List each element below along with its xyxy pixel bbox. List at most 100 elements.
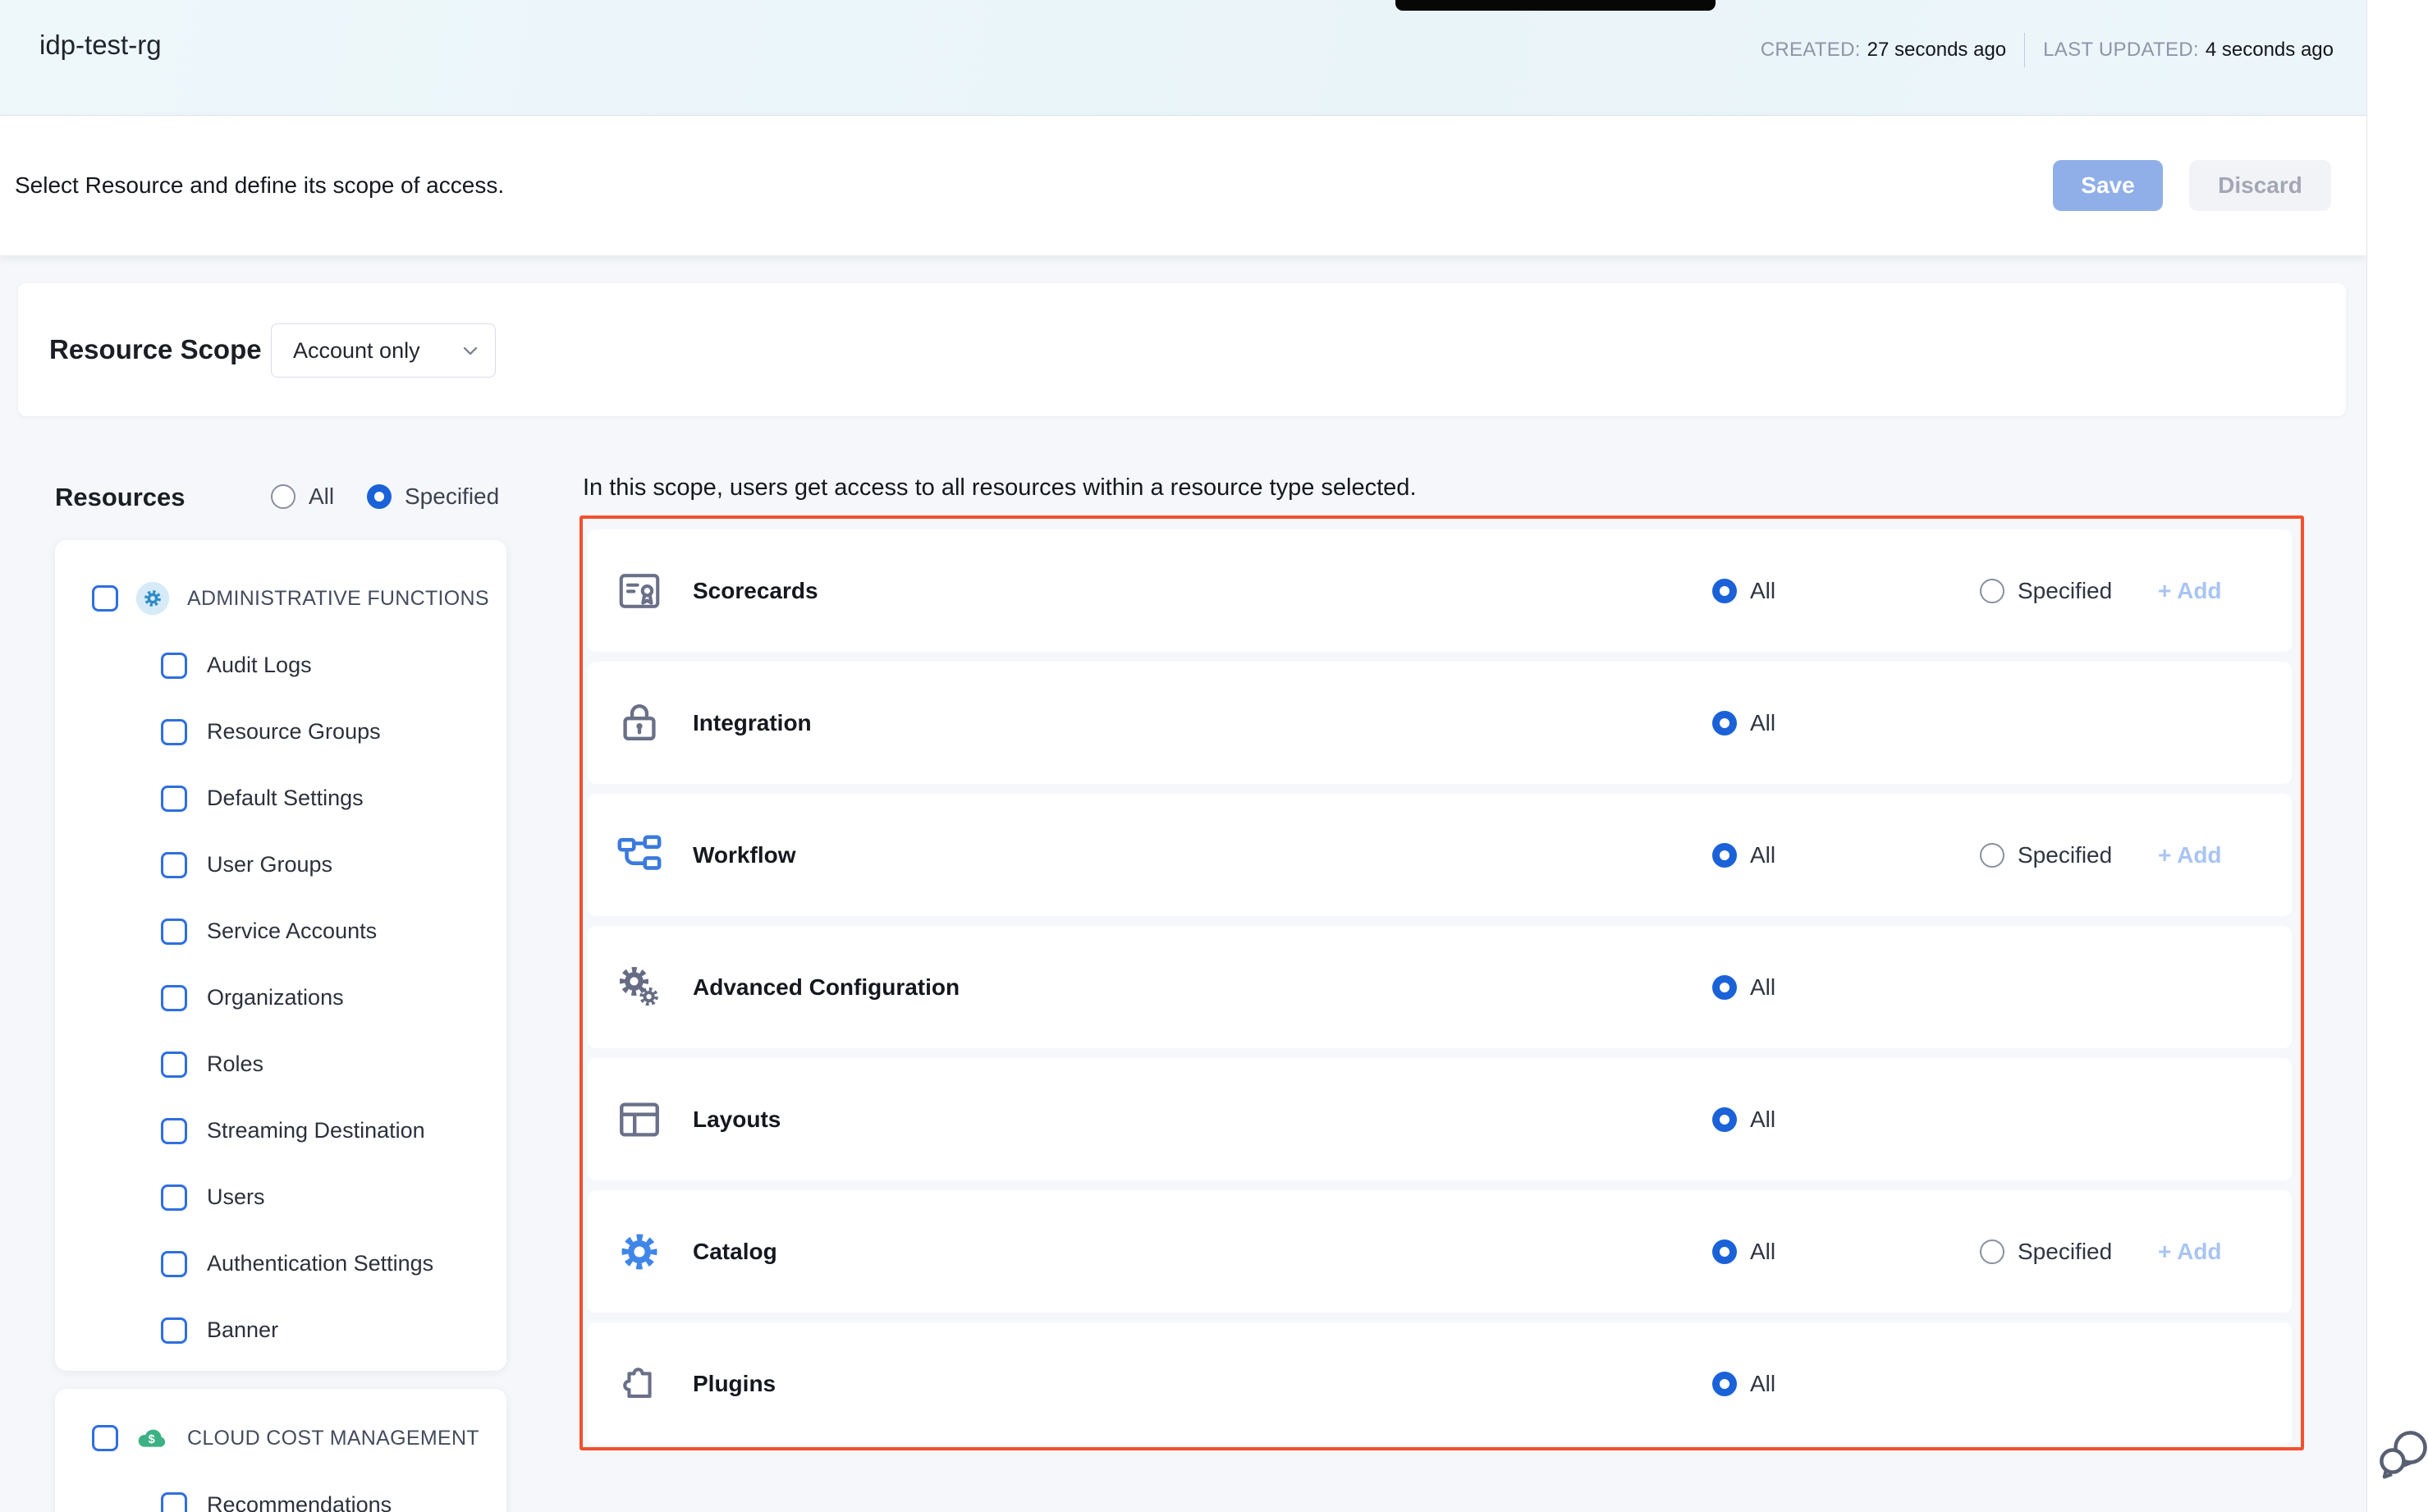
specified-label: Specified: [2018, 578, 2112, 604]
resources-all-option[interactable]: All: [271, 483, 334, 510]
specified-label: Specified: [2018, 842, 2112, 868]
chevron-down-icon: [459, 339, 482, 362]
item-checkbox[interactable]: [161, 985, 187, 1011]
scorecard-icon: [616, 567, 663, 615]
add-button[interactable]: + Add: [2158, 1239, 2222, 1265]
row-specified-option[interactable]: Specified: [1980, 842, 2112, 868]
resource-item: Authentication Settings: [55, 1230, 506, 1297]
all-radio[interactable]: [1712, 975, 1737, 1000]
resource-type-row: Scorecards All Specified + Add: [588, 529, 2292, 652]
row-label: Workflow: [693, 842, 795, 868]
cloud-dollar-icon: [135, 1420, 171, 1456]
created-meta: CREATED:27 seconds ago: [1761, 39, 2006, 62]
resource-group-page: idp-test-rg CREATED:27 seconds ago LAST …: [0, 0, 2428, 1512]
resource-scope-label: Resource Scope: [49, 283, 262, 416]
item-checkbox[interactable]: [161, 1184, 187, 1211]
resource-type-row: Integration All: [588, 662, 2292, 784]
item-checkbox[interactable]: [161, 653, 187, 679]
right-page-strip: [2366, 0, 2428, 1512]
row-all-option[interactable]: All: [1712, 974, 1775, 1001]
item-checkbox[interactable]: [161, 719, 187, 745]
resource-item: Service Accounts: [55, 898, 506, 964]
page-title: idp-test-rg: [39, 30, 162, 61]
row-all-option[interactable]: All: [1712, 578, 1775, 604]
specified-radio[interactable]: [1980, 1239, 2004, 1264]
add-button[interactable]: + Add: [2158, 578, 2222, 604]
top-notch-pill: [1395, 0, 1716, 11]
chat-bubbles-icon[interactable]: [2375, 1424, 2428, 1483]
item-label: Audit Logs: [207, 653, 312, 678]
all-label: All: [1750, 578, 1775, 604]
item-label: Organizations: [207, 985, 344, 1010]
item-label: Banner: [207, 1317, 278, 1343]
resource-item: Default Settings: [55, 765, 506, 832]
resource-type-row: Catalog All Specified + Add: [588, 1190, 2292, 1313]
item-label: Users: [207, 1184, 265, 1210]
item-label: Recommendations: [207, 1492, 392, 1512]
item-checkbox[interactable]: [161, 1492, 187, 1512]
group-checkbox[interactable]: [92, 585, 118, 612]
all-radio[interactable]: [1712, 843, 1737, 868]
resource-item: Recommendations: [55, 1472, 506, 1512]
discard-button[interactable]: Discard: [2189, 160, 2331, 211]
all-radio[interactable]: [1712, 711, 1737, 735]
gears-icon: [616, 964, 663, 1011]
resource-item: Users: [55, 1164, 506, 1230]
resource-item: Roles: [55, 1031, 506, 1097]
resource-item: Streaming Destination: [55, 1097, 506, 1164]
item-checkbox[interactable]: [161, 1251, 187, 1277]
created-value: 27 seconds ago: [1867, 39, 2006, 61]
workflow-icon: [616, 832, 663, 879]
all-radio[interactable]: [1712, 1372, 1737, 1396]
updated-meta: LAST UPDATED:4 seconds ago: [2043, 39, 2334, 62]
row-label: Advanced Configuration: [693, 974, 960, 1001]
resources-title: Resources: [55, 483, 186, 512]
specified-radio[interactable]: [1980, 843, 2004, 868]
row-all-option[interactable]: All: [1712, 1107, 1775, 1133]
resource-group-header: ADMINISTRATIVE FUNCTIONS: [55, 565, 506, 632]
resource-scope-dropdown[interactable]: Account only: [271, 323, 496, 378]
resources-specified-radio[interactable]: [367, 484, 392, 509]
item-checkbox[interactable]: [161, 786, 187, 812]
all-radio[interactable]: [1712, 579, 1737, 603]
resource-item: Audit Logs: [55, 632, 506, 699]
resources-all-radio[interactable]: [271, 484, 295, 509]
resources-specified-label: Specified: [405, 483, 499, 510]
item-checkbox[interactable]: [161, 1118, 187, 1144]
all-label: All: [1750, 842, 1775, 868]
row-label: Integration: [693, 710, 812, 736]
row-label: Catalog: [693, 1239, 777, 1265]
row-all-option[interactable]: All: [1712, 1371, 1775, 1397]
resources-group-card: ADMINISTRATIVE FUNCTIONS Audit Logs Reso…: [55, 540, 506, 1371]
item-checkbox[interactable]: [161, 1317, 187, 1344]
row-all-option[interactable]: All: [1712, 710, 1775, 736]
page-header: idp-test-rg CREATED:27 seconds ago LAST …: [0, 0, 2366, 116]
item-label: User Groups: [207, 852, 332, 877]
row-label: Scorecards: [693, 578, 818, 604]
save-button[interactable]: Save: [2053, 160, 2163, 211]
item-checkbox[interactable]: [161, 919, 187, 945]
all-radio[interactable]: [1712, 1107, 1737, 1132]
group-checkbox[interactable]: [92, 1425, 118, 1451]
specified-radio[interactable]: [1980, 579, 2004, 603]
row-label: Layouts: [693, 1107, 781, 1133]
item-checkbox[interactable]: [161, 1052, 187, 1078]
resources-specified-option[interactable]: Specified: [367, 483, 499, 510]
add-button[interactable]: + Add: [2158, 842, 2222, 868]
row-all-option[interactable]: All: [1712, 1239, 1775, 1265]
gear-badge-icon: [135, 580, 171, 616]
toolbar-description: Select Resource and define its scope of …: [15, 116, 504, 255]
resource-scope-value: Account only: [293, 338, 420, 364]
lock-icon: [616, 699, 663, 747]
item-label: Roles: [207, 1052, 263, 1077]
row-all-option[interactable]: All: [1712, 842, 1775, 868]
all-radio[interactable]: [1712, 1239, 1737, 1264]
updated-label: LAST UPDATED:: [2043, 39, 2199, 61]
item-label: Authentication Settings: [207, 1251, 433, 1276]
resource-type-row: Advanced Configuration All: [588, 926, 2292, 1048]
row-specified-option[interactable]: Specified: [1980, 1239, 2112, 1265]
resources-group-card: CLOUD COST MANAGEMENT Recommendations: [55, 1389, 506, 1512]
action-toolbar: Select Resource and define its scope of …: [0, 116, 2366, 255]
item-checkbox[interactable]: [161, 852, 187, 878]
row-specified-option[interactable]: Specified: [1980, 578, 2112, 604]
